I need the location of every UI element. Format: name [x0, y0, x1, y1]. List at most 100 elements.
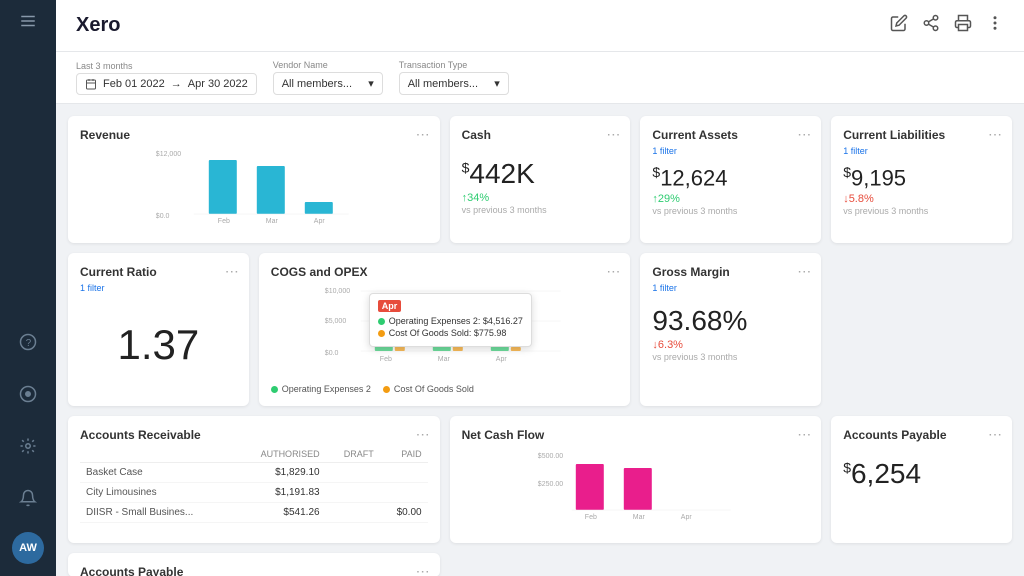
vendor-filter-value: All members... [282, 78, 352, 90]
sidebar-bottom-icons: ? AW [10, 324, 46, 564]
date-filter-label: Last 3 months [76, 61, 257, 71]
cogs-legend: Operating Expenses 2 Cost Of Goods Sold [271, 384, 619, 394]
net-cash-menu[interactable]: ⋯ [797, 426, 811, 443]
gross-margin-subtitle: 1 filter [652, 283, 809, 293]
current-liabilities-title: Current Liabilities [843, 128, 1000, 142]
svg-text:Feb: Feb [584, 514, 596, 521]
gross-margin-value: 93.68% [652, 305, 809, 337]
opex-dot [378, 318, 385, 325]
cogs-tooltip-cogs: Cost Of Goods Sold: $775.98 [389, 328, 507, 338]
svg-text:$500.00: $500.00 [537, 453, 562, 460]
transaction-chevron-icon: ▾ [494, 77, 500, 90]
cash-change: ↑34% [462, 192, 619, 204]
transaction-filter-value: All members... [408, 78, 478, 90]
svg-text:Feb: Feb [380, 356, 392, 363]
current-assets-menu[interactable]: ⋯ [797, 126, 811, 143]
date-filter-group: Last 3 months Feb 01 2022 → Apr 30 2022 [76, 61, 257, 95]
ap-text-value: $6,254 [843, 458, 1000, 490]
user-avatar[interactable]: AW [12, 532, 44, 564]
current-assets-subtitle: 1 filter [652, 146, 809, 156]
legend-opex-dot [271, 386, 278, 393]
svg-text:$5,000: $5,000 [325, 318, 347, 325]
vendor-filter-group: Vendor Name All members... ▾ [273, 60, 383, 95]
date-filter-control[interactable]: Feb 01 2022 → Apr 30 2022 [76, 73, 257, 95]
current-assets-value: $12,624 [652, 164, 809, 191]
current-liabilities-subtitle: 1 filter [843, 146, 1000, 156]
explore-icon[interactable] [10, 376, 46, 412]
cash-card: Cash ⋯ $442K ↑34% vs previous 3 months [450, 116, 631, 243]
more-icon[interactable] [986, 14, 1004, 37]
date-arrow: → [171, 78, 182, 90]
transaction-filter-group: Transaction Type All members... ▾ [399, 60, 509, 95]
cogs-card: COGS and OPEX ⋯ Apr Operating Expenses 2… [259, 253, 631, 406]
gross-margin-title: Gross Margin [652, 265, 809, 279]
svg-text:Mar: Mar [632, 514, 645, 521]
current-ratio-value: 1.37 [80, 301, 237, 389]
ar-row-authorised: $1,829.10 [234, 463, 326, 483]
svg-text:Feb: Feb [218, 218, 230, 225]
cogs-tooltip-month: Apr [378, 300, 402, 312]
ar-row-authorised: $541.26 [234, 503, 326, 523]
ar-row-draft [326, 463, 380, 483]
ar-title: Accounts Receivable [80, 428, 428, 442]
current-assets-vs: vs previous 3 months [652, 206, 809, 216]
legend-cogs-dot [383, 386, 390, 393]
gross-margin-vs: vs previous 3 months [652, 352, 809, 362]
cogs-title: COGS and OPEX [271, 265, 619, 279]
vendor-chevron-icon: ▾ [368, 77, 374, 90]
table-row: City Limousines $1,191.83 [80, 483, 428, 503]
table-row: DIISR - Small Busines... $541.26 $0.00 [80, 503, 428, 523]
app-header: Xero [56, 0, 1024, 52]
revenue-chart: $12,000 $0.0 Feb Mar Apr [80, 146, 428, 226]
cash-vs: vs previous 3 months [462, 205, 619, 215]
ap-text-menu[interactable]: ⋯ [988, 426, 1002, 443]
current-ratio-menu[interactable]: ⋯ [225, 263, 239, 280]
svg-text:$0.0: $0.0 [325, 350, 339, 357]
help-icon[interactable]: ? [10, 324, 46, 360]
cogs-tooltip: Apr Operating Expenses 2: $4,516.27 Cost… [369, 293, 532, 347]
share-icon[interactable] [922, 14, 940, 37]
current-liabilities-menu[interactable]: ⋯ [988, 126, 1002, 143]
ar-col-authorised: AUTHORISED [234, 446, 326, 463]
dashboard: Revenue ⋯ $12,000 $0.0 Feb Mar Apr Cash … [56, 104, 1024, 576]
sidebar-toggle[interactable] [19, 12, 37, 35]
ar-menu[interactable]: ⋯ [416, 426, 430, 443]
main-content: Xero Last 3 months Feb 01 2022 → Apr [56, 0, 1024, 576]
cogs-menu[interactable]: ⋯ [606, 263, 620, 280]
svg-text:$12,000: $12,000 [156, 151, 181, 158]
cogs-legend-cogs: Cost Of Goods Sold [383, 384, 474, 394]
vendor-filter-dropdown[interactable]: All members... ▾ [273, 72, 383, 95]
cash-menu[interactable]: ⋯ [606, 126, 620, 143]
date-from: Feb 01 2022 [103, 78, 165, 90]
net-cash-chart: $500.00 $250.00 Feb Mar Apr [462, 446, 810, 526]
current-assets-card: Current Assets 1 filter ⋯ $12,624 ↑29% v… [640, 116, 821, 243]
settings-icon[interactable] [10, 428, 46, 464]
gross-margin-menu[interactable]: ⋯ [797, 263, 811, 280]
svg-text:Apr: Apr [496, 356, 508, 363]
ap-text-title: Accounts Payable [843, 428, 1000, 442]
notifications-icon[interactable] [10, 480, 46, 516]
current-ratio-title: Current Ratio [80, 265, 237, 279]
accounts-payable-chart-card: Accounts Payable ⋯ Young Bros Transport$… [68, 553, 440, 576]
revenue-menu[interactable]: ⋯ [416, 126, 430, 143]
svg-text:?: ? [26, 338, 32, 349]
ar-row-draft [326, 503, 380, 523]
svg-text:$0.0: $0.0 [156, 213, 170, 220]
transaction-filter-dropdown[interactable]: All members... ▾ [399, 72, 509, 95]
ap-chart-title: Accounts Payable [80, 565, 428, 576]
vendor-filter-label: Vendor Name [273, 60, 383, 70]
net-cash-title: Net Cash Flow [462, 428, 810, 442]
current-liabilities-card: Current Liabilities 1 filter ⋯ $9,195 ↓5… [831, 116, 1012, 243]
gross-margin-card: Gross Margin 1 filter ⋯ 93.68% ↓6.3% vs … [640, 253, 821, 406]
revenue-card: Revenue ⋯ $12,000 $0.0 Feb Mar Apr [68, 116, 440, 243]
legend-cogs-label: Cost Of Goods Sold [394, 384, 474, 394]
print-icon[interactable] [954, 14, 972, 37]
ap-chart-menu[interactable]: ⋯ [416, 563, 430, 576]
current-ratio-card: Current Ratio 1 filter ⋯ 1.37 [68, 253, 249, 406]
header-actions [890, 14, 1004, 37]
svg-text:Mar: Mar [266, 218, 279, 225]
svg-text:Apr: Apr [314, 218, 326, 225]
sidebar: ? AW [0, 0, 56, 576]
ar-row-authorised: $1,191.83 [234, 483, 326, 503]
edit-icon[interactable] [890, 14, 908, 37]
